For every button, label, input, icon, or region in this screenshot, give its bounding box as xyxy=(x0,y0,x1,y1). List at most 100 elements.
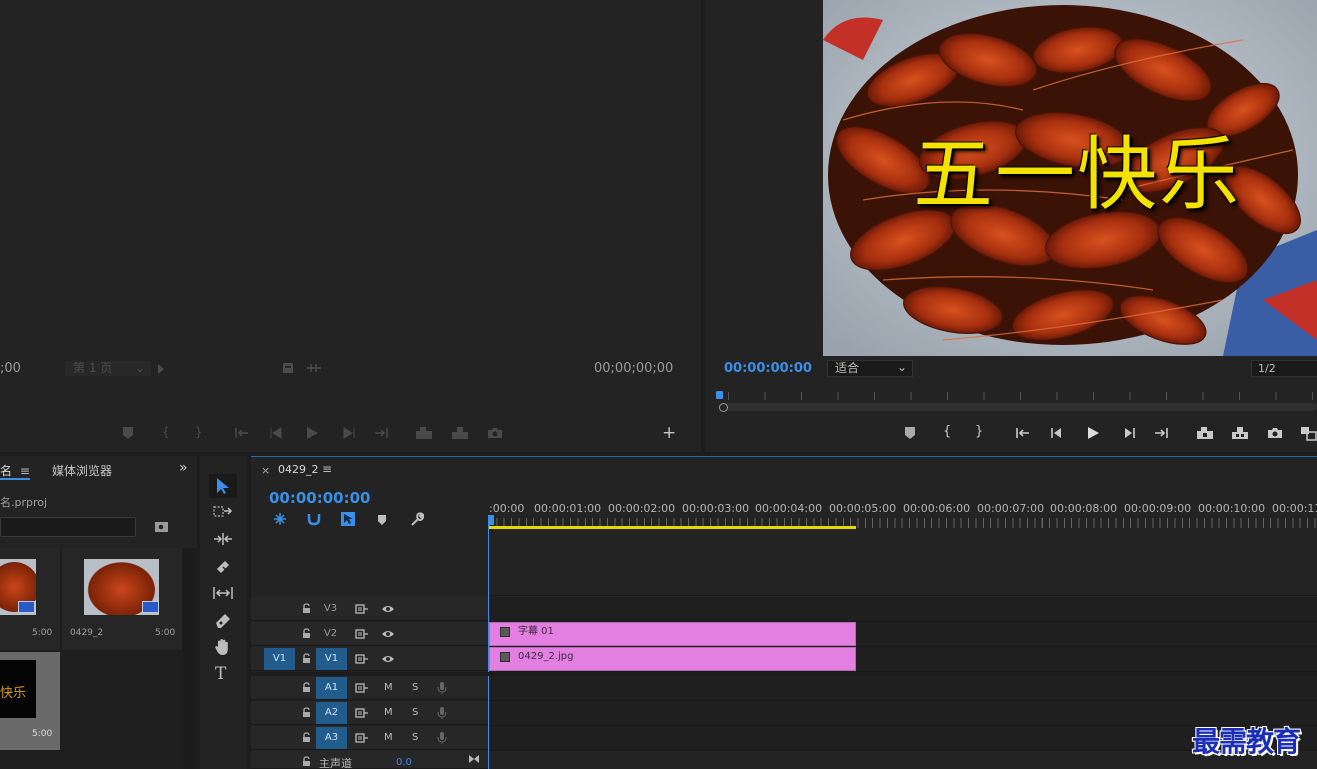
track-target-v2[interactable]: V2 xyxy=(315,623,346,645)
sync-lock-icon[interactable] xyxy=(355,604,369,614)
mute-button-a2[interactable]: M xyxy=(384,707,393,718)
timeline-clip-image[interactable]: 0429_2.jpg xyxy=(489,647,856,671)
comparison-view-icon[interactable] xyxy=(1300,425,1317,441)
program-time-ruler[interactable] xyxy=(716,390,1317,412)
panel-menu-icon[interactable]: ≡ xyxy=(322,462,332,476)
track-target-a2[interactable]: A2 xyxy=(316,702,347,724)
type-tool-icon[interactable]: T xyxy=(215,664,226,684)
play-icon[interactable] xyxy=(1086,426,1100,440)
track-target-a1[interactable]: A1 xyxy=(316,677,347,699)
microphone-icon[interactable] xyxy=(437,681,447,695)
step-forward-icon[interactable] xyxy=(341,427,355,439)
solo-button-a1[interactable]: S xyxy=(412,682,418,693)
add-marker-icon[interactable] xyxy=(377,514,387,526)
track-lane-a1[interactable] xyxy=(489,676,1317,701)
solo-button-a2[interactable]: S xyxy=(412,707,418,718)
slip-tool-icon[interactable] xyxy=(212,586,234,600)
mark-in-icon[interactable]: { xyxy=(162,425,170,439)
tab-media-browser[interactable]: 媒体浏览器 xyxy=(52,462,112,479)
media-tile-selected[interactable]: 快乐 5:00 xyxy=(0,652,60,750)
overwrite-icon[interactable] xyxy=(450,426,470,440)
go-to-out-icon[interactable] xyxy=(373,427,389,439)
export-frame-icon[interactable] xyxy=(1267,427,1283,439)
razor-tool-icon[interactable] xyxy=(214,558,232,576)
mark-out-icon[interactable]: } xyxy=(975,424,983,439)
lock-icon[interactable] xyxy=(302,707,311,718)
go-to-out-icon[interactable] xyxy=(1153,427,1169,439)
panel-menu-icon[interactable]: ≡ xyxy=(20,464,30,478)
output-icon[interactable] xyxy=(306,363,322,373)
mute-button-a3[interactable]: M xyxy=(384,732,393,743)
program-playhead-timecode[interactable]: 00:00:00:00 xyxy=(724,361,812,376)
solo-button-a3[interactable]: S xyxy=(412,732,418,743)
add-button-icon[interactable]: + xyxy=(662,423,676,443)
ripple-edit-tool-icon[interactable] xyxy=(213,532,233,546)
lock-icon[interactable] xyxy=(302,682,311,693)
lift-icon[interactable] xyxy=(1195,426,1215,440)
microphone-icon[interactable] xyxy=(437,706,447,720)
source-playhead-timecode[interactable]: ;00 xyxy=(0,361,21,376)
sync-lock-icon[interactable] xyxy=(355,708,369,718)
export-frame-icon[interactable] xyxy=(487,427,503,439)
go-to-end-icon[interactable] xyxy=(468,754,480,764)
pen-tool-icon[interactable] xyxy=(214,612,232,630)
microphone-icon[interactable] xyxy=(437,731,447,745)
mark-in-icon[interactable]: { xyxy=(943,424,951,439)
sync-lock-icon[interactable] xyxy=(355,683,369,693)
safe-margins-icon[interactable] xyxy=(282,362,294,374)
track-lane-v3[interactable] xyxy=(489,597,1317,622)
timeline-settings-wrench-icon[interactable] xyxy=(409,512,424,527)
insert-icon[interactable] xyxy=(414,426,434,440)
track-select-tool-icon[interactable] xyxy=(213,505,233,519)
sync-lock-icon[interactable] xyxy=(355,654,369,664)
mark-out-icon[interactable]: } xyxy=(195,425,203,439)
zoom-fit-select[interactable]: 适合 ⌄ xyxy=(827,360,913,377)
eye-icon[interactable] xyxy=(381,604,395,614)
mute-button-a1[interactable]: M xyxy=(384,682,393,693)
work-area-bar[interactable] xyxy=(489,526,856,529)
lock-icon[interactable] xyxy=(302,603,311,614)
step-back-icon[interactable] xyxy=(1050,427,1064,439)
lock-icon[interactable] xyxy=(302,732,311,743)
tab-sequence[interactable]: 0429_2 xyxy=(278,463,319,476)
snap-magnet-icon[interactable] xyxy=(307,512,321,526)
extract-icon[interactable] xyxy=(1230,426,1250,440)
source-page-select[interactable]: 第 1 页 ⌄ xyxy=(65,361,151,376)
step-forward-icon[interactable] xyxy=(1122,427,1136,439)
eye-icon[interactable] xyxy=(381,629,395,639)
find-bin-icon[interactable] xyxy=(154,521,169,533)
go-to-in-icon[interactable] xyxy=(1015,427,1031,439)
step-back-icon[interactable] xyxy=(270,427,284,439)
track-target-v1[interactable]: V1 xyxy=(316,648,347,670)
lock-icon[interactable] xyxy=(302,756,311,767)
sync-lock-icon[interactable] xyxy=(355,629,369,639)
sync-lock-icon[interactable] xyxy=(355,733,369,743)
playback-resolution-select[interactable]: 1/2 xyxy=(1251,360,1317,377)
project-search-input[interactable] xyxy=(0,517,136,537)
tab-project[interactable]: 名 ≡ xyxy=(0,462,30,479)
media-tile[interactable]: 0429_2 5:00 xyxy=(62,548,182,650)
selection-tool-icon[interactable] xyxy=(215,477,231,495)
eye-icon[interactable] xyxy=(381,654,395,664)
play-icon[interactable] xyxy=(305,426,319,440)
project-scrollbar[interactable] xyxy=(182,548,197,769)
zoom-scrollbar[interactable] xyxy=(719,403,1317,411)
lock-icon[interactable] xyxy=(302,653,311,664)
program-playhead[interactable] xyxy=(716,391,723,399)
marker-icon[interactable] xyxy=(904,426,916,440)
track-target-v3[interactable]: V3 xyxy=(315,598,346,620)
lock-icon[interactable] xyxy=(302,628,311,639)
zoom-handle[interactable] xyxy=(719,403,728,412)
timeline-playhead-timecode[interactable]: 00:00:00:00 xyxy=(269,489,371,507)
nest-toggle-icon[interactable] xyxy=(273,512,287,526)
hand-tool-icon[interactable] xyxy=(214,638,232,656)
timeline-clip-title[interactable]: 字幕 01 xyxy=(489,622,856,646)
close-sequence-icon[interactable]: × xyxy=(261,464,270,477)
go-to-in-icon[interactable] xyxy=(234,427,250,439)
source-patch-v1[interactable]: V1 xyxy=(264,648,295,670)
track-target-a3[interactable]: A3 xyxy=(316,727,347,749)
more-panels-icon[interactable]: » xyxy=(179,460,188,476)
master-volume-value[interactable]: 0.0 xyxy=(396,757,412,768)
play-small-icon[interactable] xyxy=(157,364,165,374)
linked-selection-icon[interactable] xyxy=(340,511,356,527)
